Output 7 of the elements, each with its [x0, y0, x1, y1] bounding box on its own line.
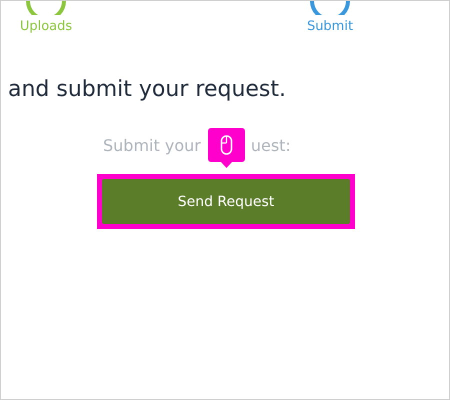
step-label: Uploads: [20, 19, 72, 34]
prompt-text: Submit your: [103, 136, 201, 157]
prompt-text: uest:: [250, 136, 291, 157]
step-label: Submit: [306, 19, 354, 34]
send-request-button[interactable]: Send Request: [102, 179, 350, 224]
mouse-badge: [208, 128, 245, 168]
heading: and submit your request.: [8, 77, 287, 102]
